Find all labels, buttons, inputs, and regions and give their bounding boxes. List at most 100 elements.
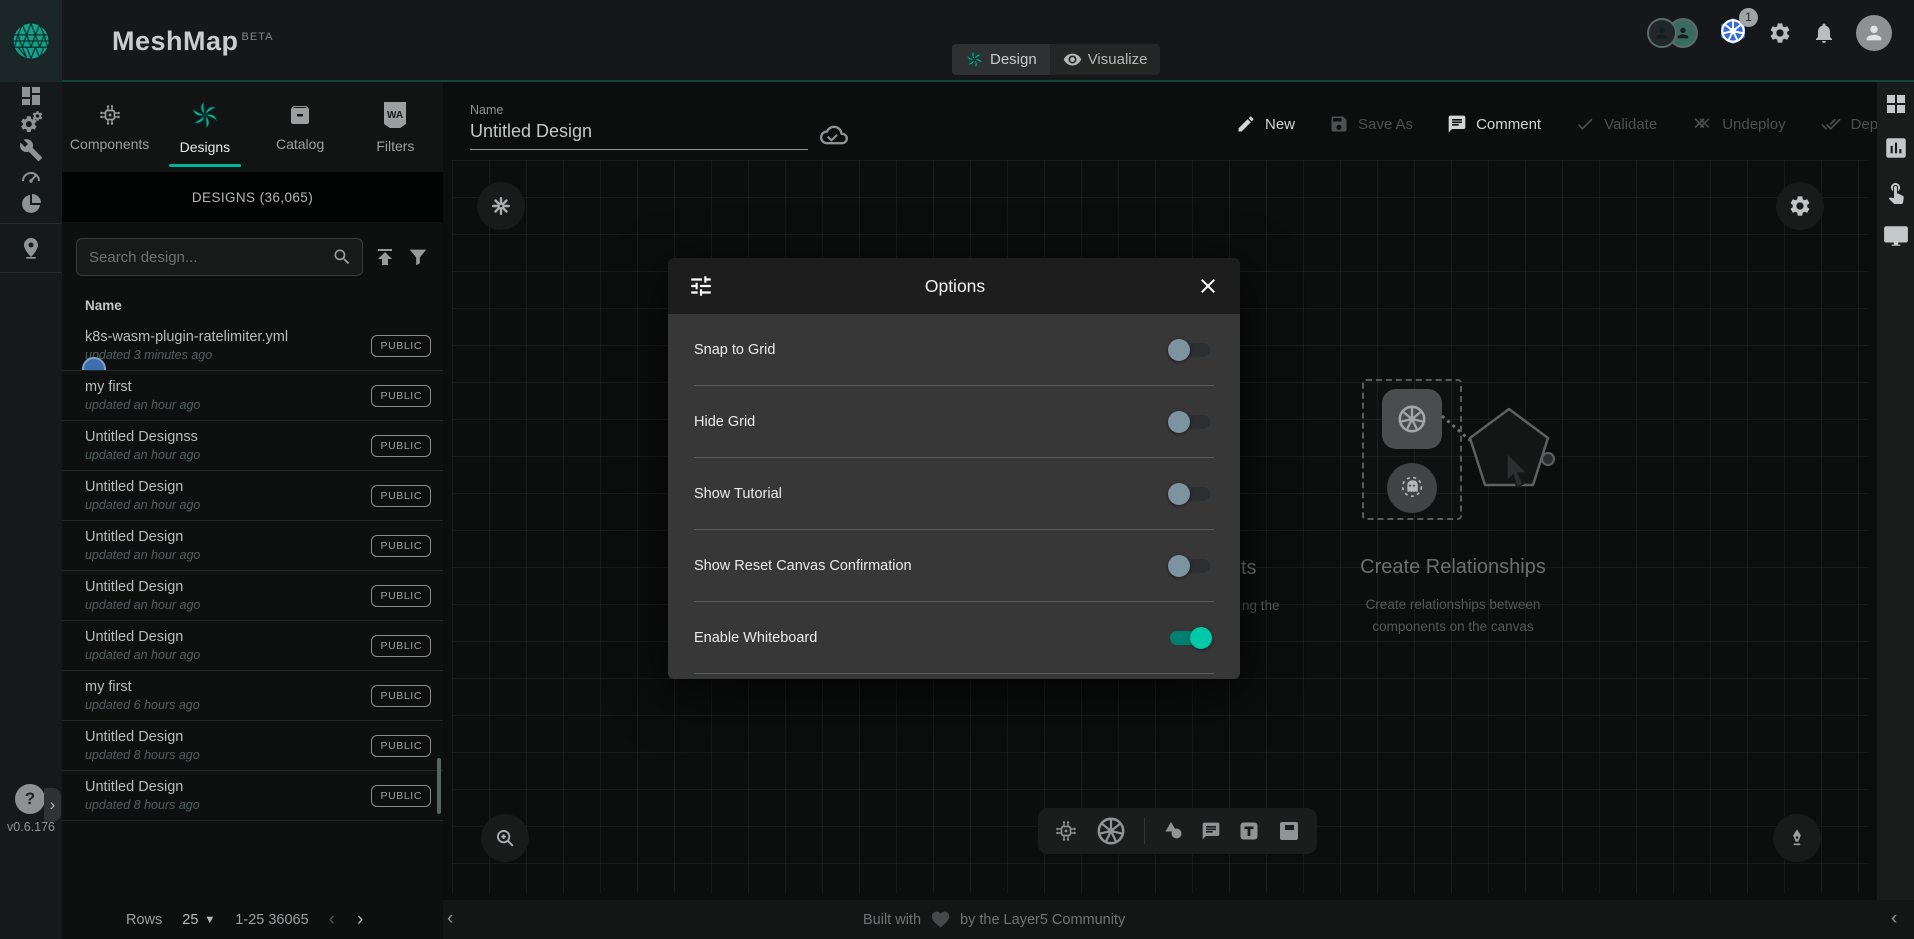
undeploy-button[interactable]: Undeploy xyxy=(1691,114,1785,134)
mode-tab-label: Design xyxy=(990,51,1037,68)
visibility-badge: PUBLIC xyxy=(371,435,431,457)
collaborator-avatars xyxy=(1647,18,1698,48)
right-dock-charts-button[interactable] xyxy=(1883,135,1909,161)
rail-lifecycle-button[interactable] xyxy=(0,109,62,136)
tab-catalog[interactable]: Catalog xyxy=(253,82,348,172)
tutorial-description: Create relationships between components … xyxy=(1328,594,1578,637)
next-page-button[interactable]: › xyxy=(357,910,363,929)
design-updated: updated an hour ago xyxy=(85,598,371,612)
search-row xyxy=(62,237,443,277)
enable-whiteboard-toggle[interactable] xyxy=(1166,627,1214,649)
new-button[interactable]: New xyxy=(1236,114,1295,134)
rail-dashboard-button[interactable] xyxy=(0,82,62,109)
magnifier-plus-icon xyxy=(494,827,516,849)
canvas-actions-button[interactable] xyxy=(477,182,525,230)
save-as-button[interactable]: Save As xyxy=(1329,114,1413,134)
footer-collapse-left-button[interactable]: ‹ xyxy=(447,909,453,928)
show-tutorial-toggle[interactable] xyxy=(1166,483,1214,505)
mode-tab-visualize[interactable]: Visualize xyxy=(1050,44,1161,75)
options-modal-header: Options xyxy=(668,258,1240,314)
design-item-main: my firstupdated 6 hours ago xyxy=(85,679,371,712)
zoom-button[interactable] xyxy=(481,814,529,862)
tab-label: Catalog xyxy=(276,136,324,152)
tab-filters[interactable]: WAFilters xyxy=(348,82,443,172)
user-avatar-button[interactable] xyxy=(1856,15,1892,51)
rail-meshmap-button[interactable] xyxy=(0,230,62,266)
mesh-logo-icon xyxy=(10,20,52,62)
prev-page-button[interactable]: ‹ xyxy=(329,910,335,929)
panel-collapse-button[interactable]: › xyxy=(44,788,61,822)
right-dock-touch-mode-button[interactable] xyxy=(1884,180,1908,204)
snap-to-grid-toggle[interactable] xyxy=(1166,339,1214,361)
dashboard-icon xyxy=(19,84,43,108)
dock-kubernetes-button[interactable] xyxy=(1094,814,1128,848)
media-icon xyxy=(1277,819,1301,843)
collaborator-avatar[interactable] xyxy=(1647,18,1677,48)
panel-scrollbar[interactable] xyxy=(437,758,441,814)
hide-grid-toggle[interactable] xyxy=(1166,411,1214,433)
visibility-badge: PUBLIC xyxy=(371,785,431,807)
notifications-bell-button[interactable] xyxy=(1812,21,1836,45)
dock-media-button[interactable] xyxy=(1277,819,1301,843)
design-list-item[interactable]: my firstupdated 6 hours agoPUBLIC xyxy=(62,671,443,721)
close-icon[interactable] xyxy=(1196,274,1220,298)
design-name: Untitled Designss xyxy=(85,429,371,445)
footer-collapse-right-button[interactable]: ‹ xyxy=(1891,909,1897,928)
meshmap-app: MeshMapBETA DesignVisualize 1 ? v0.6.176… xyxy=(0,0,1914,939)
design-list-item[interactable]: Untitled Designupdated an hour agoPUBLIC xyxy=(62,621,443,671)
help-button[interactable]: ? xyxy=(15,784,45,814)
rail-configuration-button[interactable] xyxy=(0,136,62,163)
svg-text:WA: WA xyxy=(387,110,403,121)
dock-comment-button[interactable] xyxy=(1201,821,1221,841)
design-list-item[interactable]: Untitled Designupdated 8 hours agoPUBLIC xyxy=(62,771,443,821)
dock-divider xyxy=(1144,818,1145,844)
canvas-settings-button[interactable] xyxy=(1776,182,1824,230)
show-reset-canvas-confirmation-toggle[interactable] xyxy=(1166,555,1214,577)
heart-icon xyxy=(930,909,951,930)
toggle-knob xyxy=(1168,411,1190,433)
dock-components-button[interactable] xyxy=(1054,819,1078,843)
upload-design-button[interactable] xyxy=(373,245,397,269)
dock-text-tool-button[interactable] xyxy=(1237,819,1261,843)
visibility-badge: PUBLIC xyxy=(371,485,431,507)
design-list-item[interactable]: Untitled Designssupdated an hour agoPUBL… xyxy=(62,421,443,471)
comment-button[interactable]: Comment xyxy=(1447,114,1541,134)
search-input[interactable] xyxy=(87,248,324,267)
rail-performance-button[interactable] xyxy=(0,163,62,190)
design-item-main: Untitled Designupdated an hour ago xyxy=(85,529,371,562)
toggle-knob xyxy=(1190,627,1212,649)
page-size-select[interactable]: 25 ▼ xyxy=(182,912,215,928)
rail-extensions-button[interactable] xyxy=(0,190,62,217)
save-icon xyxy=(1329,114,1349,134)
design-list-item[interactable]: Untitled Designupdated an hour agoPUBLIC xyxy=(62,471,443,521)
search-icon xyxy=(332,247,352,267)
settings-gear-button[interactable] xyxy=(1768,21,1792,45)
design-list-item[interactable]: my firstupdated an hour agoPUBLIC xyxy=(62,371,443,421)
toolbar-button-label: New xyxy=(1265,116,1295,133)
design-updated: updated 3 minutes ago xyxy=(85,348,371,362)
options-modal-title: Options xyxy=(714,276,1196,297)
dock-shapes-button[interactable] xyxy=(1161,819,1185,843)
visibility-badge: PUBLIC xyxy=(371,635,431,657)
kubernetes-context-button[interactable]: 1 xyxy=(1718,16,1748,51)
right-dock-display-button[interactable] xyxy=(1883,223,1909,249)
pagination-range: 1-25 36065 xyxy=(235,912,308,928)
design-list-item[interactable]: k8s-wasm-plugin-ratelimiter.ymlupdated 3… xyxy=(62,321,443,371)
design-list-item[interactable]: Untitled Designupdated 8 hours agoPUBLIC xyxy=(62,721,443,771)
pen-tool-button[interactable] xyxy=(1773,814,1821,862)
squid-mascot-icon xyxy=(1398,474,1426,502)
mode-tab-design[interactable]: Design xyxy=(952,44,1050,75)
design-list-item[interactable]: Untitled Designupdated an hour agoPUBLIC xyxy=(62,571,443,621)
tab-designs[interactable]: Designs xyxy=(157,82,252,172)
filter-button[interactable] xyxy=(407,246,429,268)
lifecycle-gears-icon xyxy=(19,111,43,135)
tutorial-title: Create Relationships xyxy=(1328,556,1578,579)
design-name-input[interactable] xyxy=(470,117,808,150)
toolbar-button-label: Undeploy xyxy=(1722,116,1785,133)
tab-components[interactable]: Components xyxy=(62,82,157,172)
layer5-logo[interactable] xyxy=(0,0,62,82)
right-dock-grid-view-button[interactable] xyxy=(1884,92,1908,116)
design-list-item[interactable]: Untitled Designupdated an hour agoPUBLIC xyxy=(62,521,443,571)
filters-wasm-icon: WA xyxy=(382,101,408,129)
validate-button[interactable]: Validate xyxy=(1575,114,1657,134)
